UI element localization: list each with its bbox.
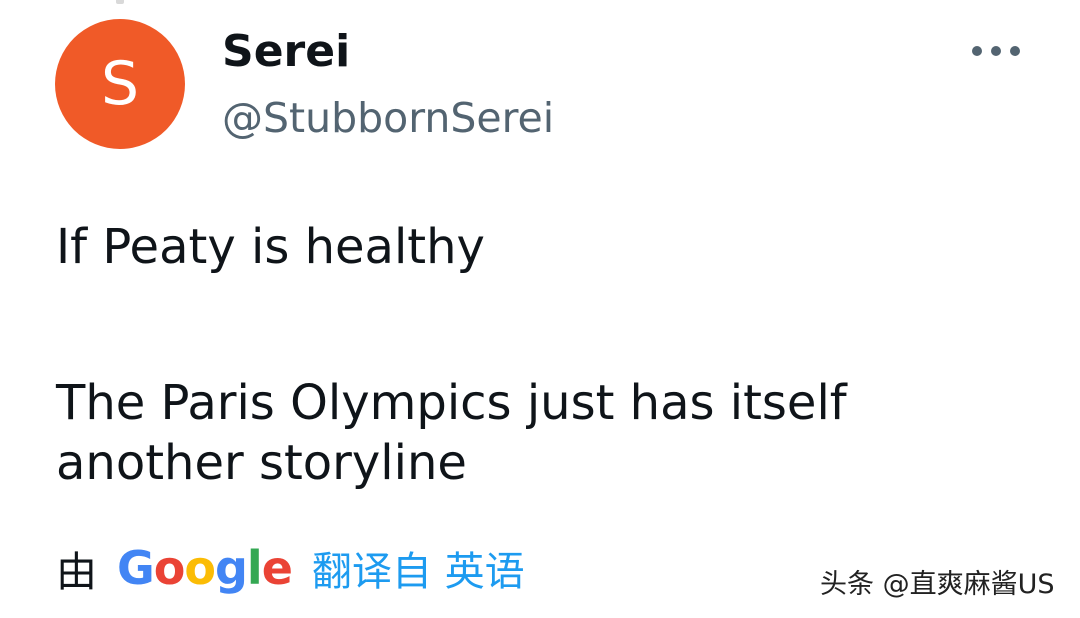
more-dot xyxy=(991,46,1001,56)
tweet-line: If Peaty is healthy xyxy=(56,219,485,275)
more-dot xyxy=(1010,46,1020,56)
more-options-icon[interactable] xyxy=(972,44,1020,58)
google-letter: o xyxy=(153,541,186,595)
user-handle[interactable]: @StubbornSerei xyxy=(222,92,554,144)
more-dot xyxy=(972,46,982,56)
tweet-text: If Peaty is healthy The Paris Olympics j… xyxy=(56,217,996,493)
google-letter: e xyxy=(261,541,293,595)
google-letter: g xyxy=(214,541,248,595)
watermark: 头条 @直爽麻酱US xyxy=(820,569,1055,600)
google-letter: o xyxy=(184,541,216,595)
tweet-line: another storyline xyxy=(56,435,467,491)
display-name[interactable]: Serei xyxy=(222,26,350,78)
google-letter: G xyxy=(117,541,155,595)
top-edge-mark xyxy=(116,0,124,4)
google-logo: Google xyxy=(117,541,293,595)
tweet-line: The Paris Olympics just has itself xyxy=(56,375,847,431)
translated-by-label: 由 xyxy=(56,548,97,596)
avatar[interactable]: S xyxy=(55,19,185,149)
translation-attribution: 由 Google 翻译自 英语 xyxy=(56,538,525,598)
translated-from-link[interactable]: 翻译自 英语 xyxy=(312,539,525,597)
google-letter: l xyxy=(246,541,263,595)
